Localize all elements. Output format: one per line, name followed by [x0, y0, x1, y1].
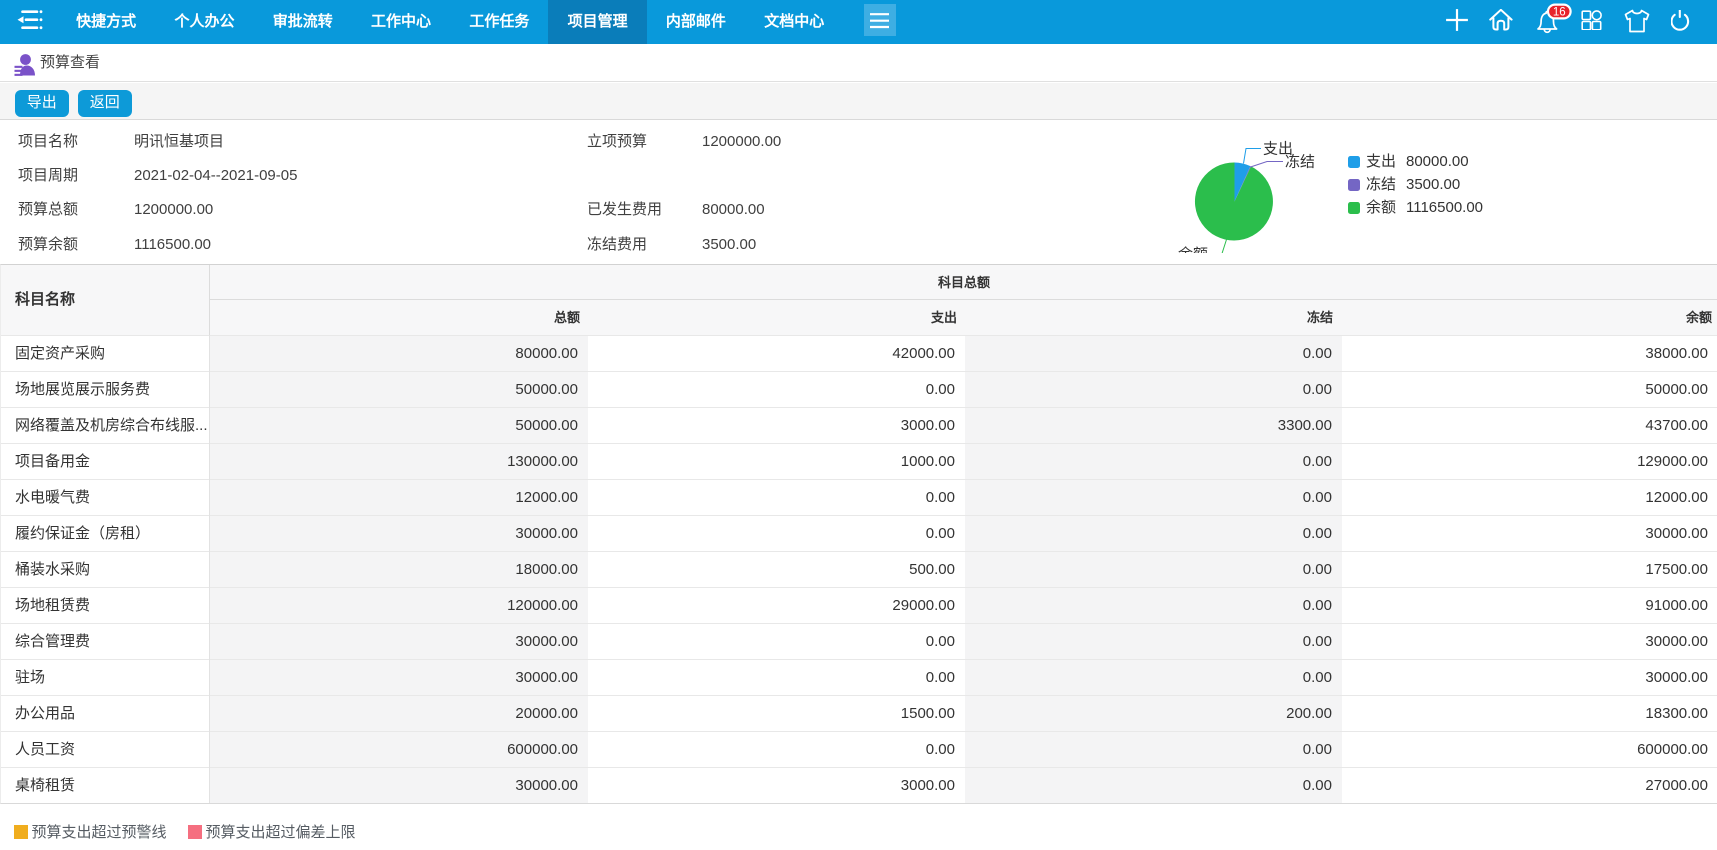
svg-text:16: 16	[1553, 6, 1566, 18]
svg-text:冻结: 冻结	[1285, 153, 1315, 171]
svg-text:余额: 余额	[1178, 245, 1208, 253]
